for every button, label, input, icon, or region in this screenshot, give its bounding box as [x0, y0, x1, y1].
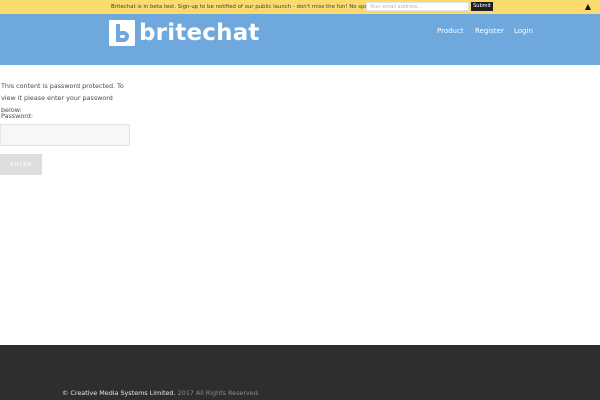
copyright-owner: © Creative Media Systems Limited. — [62, 389, 176, 397]
site-footer: © Creative Media Systems Limited. 2017 A… — [0, 345, 600, 400]
britechat-logo[interactable]: britechat — [109, 18, 260, 48]
copyright-text: © Creative Media Systems Limited. 2017 A… — [62, 389, 260, 398]
submit-button[interactable]: Submit — [471, 2, 493, 11]
site-header: britechat Product Register Login — [0, 14, 600, 65]
nav-register[interactable]: Register — [475, 27, 504, 36]
email-input[interactable] — [366, 2, 469, 11]
logo-text: britechat — [139, 20, 260, 46]
password-protected-message: This content is password protected. To v… — [1, 82, 124, 114]
nav-login[interactable]: Login — [514, 27, 533, 36]
copyright-rights: 2017 All Rights Reserved. — [175, 389, 260, 397]
enter-button[interactable]: ENTER — [0, 154, 42, 175]
password-label: Password: — [1, 112, 34, 120]
password-input[interactable] — [0, 124, 130, 146]
beta-notice-bar: Britechat is in beta test. Sign-up to be… — [0, 0, 600, 14]
page: Britechat is in beta test. Sign-up to be… — [0, 0, 600, 400]
nav-product[interactable]: Product — [437, 27, 464, 36]
collapse-arrow-icon[interactable]: ▲ — [582, 1, 594, 13]
beta-notice-message: Britechat is in beta test. Sign-up to be… — [111, 4, 408, 10]
logo-b-icon — [109, 20, 135, 46]
